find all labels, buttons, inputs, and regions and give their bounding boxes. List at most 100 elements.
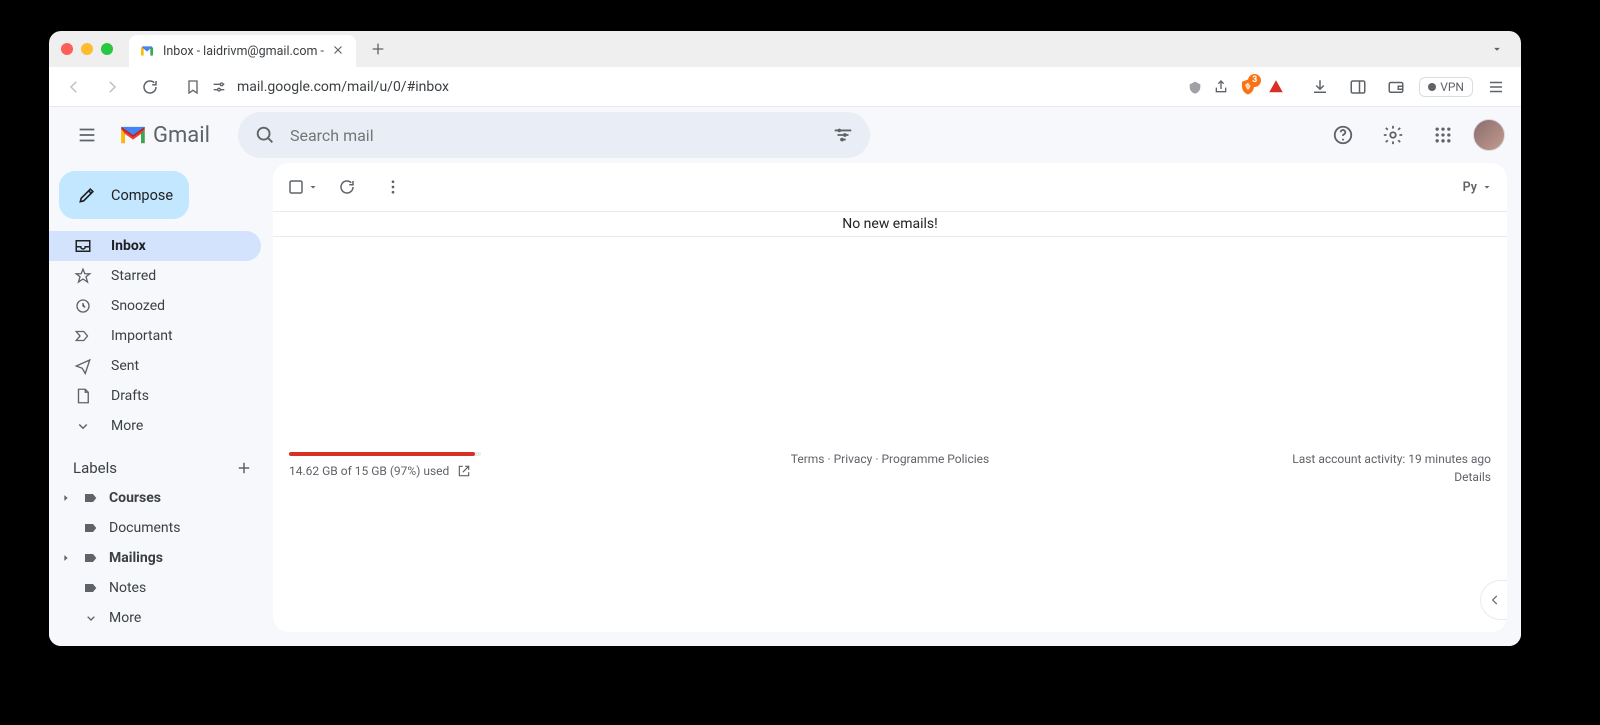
open-storage-icon[interactable] [457, 464, 471, 478]
back-button[interactable] [59, 72, 89, 102]
expand-icon[interactable] [59, 553, 73, 563]
input-tools-button[interactable]: Py [1463, 180, 1493, 195]
dropdown-icon [1481, 181, 1493, 193]
terms-link[interactable]: Terms [791, 452, 825, 466]
label-documents[interactable]: Documents [49, 513, 273, 543]
google-apps-button[interactable] [1423, 115, 1463, 155]
compose-label: Compose [111, 187, 173, 204]
nav-more[interactable]: More [49, 411, 261, 441]
downloads-icon[interactable] [1305, 72, 1335, 102]
compose-button[interactable]: Compose [59, 171, 189, 219]
vpn-button[interactable]: VPN [1419, 77, 1473, 97]
nav-starred[interactable]: Starred [49, 261, 261, 291]
site-settings-icon[interactable] [211, 79, 227, 95]
main-menu-button[interactable] [65, 113, 109, 157]
support-button[interactable] [1323, 115, 1363, 155]
window-controls [61, 43, 113, 55]
activity-details-link[interactable]: Details [1454, 470, 1491, 484]
activity-text: Last account activity: 19 minutes ago [1292, 452, 1491, 466]
label-icon [81, 550, 101, 566]
label-mailings[interactable]: Mailings [49, 543, 273, 573]
nav-important[interactable]: Important [49, 321, 261, 351]
new-tab-button[interactable] [364, 35, 392, 63]
label-icon [81, 580, 101, 596]
more-mail-button[interactable] [375, 169, 411, 205]
drafts-icon [73, 387, 93, 405]
gmail-product-name: Gmail [153, 123, 210, 148]
label-courses[interactable]: Courses [49, 483, 273, 513]
brave-rewards-icon[interactable] [1267, 78, 1285, 96]
policies-link[interactable]: Programme Policies [881, 452, 989, 466]
search-icon[interactable] [254, 124, 276, 146]
mail-toolbar: Py [273, 163, 1507, 211]
storage-text: 14.62 GB of 15 GB (97%) used [289, 464, 449, 478]
nav-label: Drafts [111, 388, 149, 404]
label-icon [81, 520, 101, 536]
minimize-window-button[interactable] [81, 43, 93, 55]
account-avatar[interactable] [1473, 119, 1505, 151]
nav-label: Starred [111, 268, 156, 284]
nav-label: Snoozed [111, 298, 165, 314]
tab-title: Inbox - laidrivm@gmail.com - [163, 44, 324, 59]
chevron-down-icon [81, 610, 101, 626]
maximize-window-button[interactable] [101, 43, 113, 55]
browser-window: Inbox - laidrivm@gmail.com - [49, 31, 1521, 646]
label-text: Notes [109, 580, 146, 596]
settings-button[interactable] [1373, 115, 1413, 155]
label-text: Courses [109, 490, 161, 506]
tab-overflow-button[interactable] [1485, 37, 1509, 61]
label-icon [81, 490, 101, 506]
brave-shields-icon[interactable]: 3 [1239, 78, 1257, 96]
shields-count-badge: 3 [1248, 74, 1261, 87]
empty-inbox-message: No new emails! [273, 211, 1507, 237]
label-text: Mailings [109, 550, 163, 566]
mail-footer: 14.62 GB of 15 GB (97%) used Terms · Pri… [289, 452, 1491, 478]
forward-button[interactable] [97, 72, 127, 102]
nav-label: More [111, 418, 143, 434]
vpn-label: VPN [1440, 80, 1464, 94]
sidebar-toggle-icon[interactable] [1343, 72, 1373, 102]
search-input[interactable] [290, 126, 818, 145]
sidebar: Compose Inbox Starred Snoozed [49, 163, 273, 646]
refresh-mail-button[interactable] [329, 169, 365, 205]
privacy-link[interactable]: Privacy [834, 452, 873, 466]
url-text: mail.google.com/mail/u/0/#inbox [237, 79, 449, 95]
inbox-icon [73, 237, 93, 255]
add-label-button[interactable] [235, 459, 253, 477]
search-options-icon[interactable] [832, 124, 854, 146]
labels-header: Labels [49, 459, 273, 477]
pencil-icon [77, 185, 97, 205]
important-icon [73, 327, 93, 345]
checkbox-icon [287, 178, 305, 196]
star-icon [73, 267, 93, 285]
browser-toolbar: mail.google.com/mail/u/0/#inbox 3 [49, 67, 1521, 107]
label-more[interactable]: More [49, 603, 273, 633]
label-notes[interactable]: Notes [49, 573, 273, 603]
close-window-button[interactable] [61, 43, 73, 55]
nav-inbox[interactable]: Inbox [49, 231, 261, 261]
vpn-status-icon [1428, 83, 1436, 91]
gmail-app: Gmail [49, 107, 1521, 646]
nav-label: Inbox [111, 238, 146, 254]
search-bar[interactable] [238, 112, 870, 158]
bookmark-icon[interactable] [185, 79, 201, 95]
nav-snoozed[interactable]: Snoozed [49, 291, 261, 321]
titlebar: Inbox - laidrivm@gmail.com - [49, 31, 1521, 67]
select-all[interactable] [287, 178, 319, 196]
nav-sent[interactable]: Sent [49, 351, 261, 381]
browser-tab[interactable]: Inbox - laidrivm@gmail.com - [129, 35, 356, 67]
close-tab-icon[interactable] [332, 44, 346, 58]
reload-button[interactable] [135, 72, 165, 102]
gmail-logo-icon [119, 124, 147, 146]
share-icon[interactable] [1213, 79, 1229, 95]
nav-drafts[interactable]: Drafts [49, 381, 261, 411]
expand-icon[interactable] [59, 493, 73, 503]
url-bar[interactable]: mail.google.com/mail/u/0/#inbox 3 [173, 71, 1297, 103]
gmail-header: Gmail [49, 107, 1521, 163]
gmail-logo[interactable]: Gmail [119, 123, 210, 148]
wallet-icon[interactable] [1381, 72, 1411, 102]
chevron-down-icon [73, 417, 93, 435]
browser-menu-icon[interactable] [1481, 72, 1511, 102]
reader-mode-icon[interactable] [1187, 79, 1203, 95]
show-side-panel-button[interactable] [1480, 580, 1507, 620]
